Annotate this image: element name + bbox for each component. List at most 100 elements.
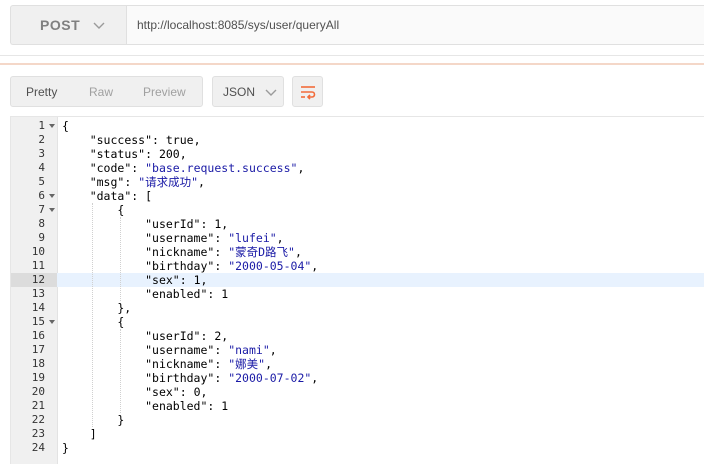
code-line[interactable]: 2 "success": true,: [11, 133, 704, 147]
code-token: ,: [311, 371, 319, 385]
line-number-cell: 23: [11, 427, 57, 441]
code-token: 1: [221, 287, 229, 301]
code-line[interactable]: 19 "birthday": "2000-07-02",: [11, 371, 704, 385]
code-token: 1: [221, 399, 229, 413]
code-token: "username": [145, 343, 215, 357]
response-body-editor[interactable]: 1{2 "success": true, 3 "status": 200, 4 "c…: [10, 116, 704, 464]
code-line[interactable]: 13 "enabled": 1: [11, 287, 704, 301]
fold-arrow-icon[interactable]: [49, 124, 55, 128]
code-token: ,: [198, 175, 205, 189]
code-token: :: [145, 147, 159, 161]
code-token: 0: [193, 385, 201, 399]
code-line[interactable]: 12 "sex": 1,: [11, 273, 704, 287]
wrap-lines-button[interactable]: [292, 76, 323, 107]
line-number: 3: [38, 147, 45, 160]
code-token: :: [179, 273, 194, 287]
fold-arrow-icon[interactable]: [49, 208, 55, 212]
code-line[interactable]: 21 "enabled": 1: [11, 399, 704, 413]
line-number: 10: [31, 245, 45, 258]
code-line[interactable]: 23 ]: [11, 427, 704, 441]
code-line[interactable]: 3 "status": 200,: [11, 147, 704, 161]
line-number-cell: 17: [11, 343, 57, 357]
line-number-cell: 8: [11, 217, 57, 231]
line-number: 18: [31, 357, 45, 370]
line-number-cell: 21: [11, 399, 57, 413]
format-dropdown[interactable]: JSON: [212, 76, 284, 107]
code-token: ,: [276, 231, 284, 245]
code-line[interactable]: 15 {: [11, 315, 704, 329]
indent-guide: [91, 203, 93, 427]
code-line[interactable]: 16 "userId": 2,: [11, 329, 704, 343]
code-token: ,: [265, 357, 272, 371]
tab-preview[interactable]: Preview: [143, 85, 186, 99]
code-line[interactable]: 17 "username": "nami",: [11, 343, 704, 357]
code-token: "nickname": [145, 245, 215, 259]
code-line[interactable]: 6 "data": [: [11, 189, 704, 203]
code-token: }: [62, 441, 69, 455]
line-number: 13: [31, 287, 45, 300]
code-token: :: [214, 357, 229, 371]
code-line[interactable]: 24}: [11, 441, 704, 455]
indent-guide: [119, 329, 121, 413]
postman-response-view: POST http://localhost:8085/sys/user/quer…: [0, 0, 704, 464]
code-line[interactable]: 7 {: [11, 203, 704, 217]
code-text: "sex": 0,: [62, 385, 207, 399]
wrap-lines-icon: [300, 85, 315, 100]
code-line[interactable]: 14 },: [11, 301, 704, 315]
code-text: "enabled": 1: [62, 287, 228, 301]
line-number-cell: 5: [11, 175, 57, 189]
tab-pretty[interactable]: Pretty: [26, 85, 57, 99]
chevron-down-icon: [93, 22, 105, 29]
code-token: "base.request.success": [145, 161, 298, 175]
code-line[interactable]: 22 }: [11, 413, 704, 427]
code-line[interactable]: 9 "username": "lufei",: [11, 231, 704, 245]
code-token: 200: [158, 147, 180, 161]
code-token: ,: [294, 245, 302, 259]
fold-arrow-icon[interactable]: [49, 320, 55, 324]
line-number-cell: 6: [11, 189, 57, 203]
code-line[interactable]: 4 "code": "base.request.success",: [11, 161, 704, 175]
line-number: 11: [31, 259, 45, 272]
line-number: 16: [31, 329, 45, 342]
code-token: :: [152, 133, 166, 147]
code-text: "status": 200,: [62, 147, 187, 161]
code-token: :: [214, 371, 229, 385]
code-line[interactable]: 10 "nickname": "蒙奇D路飞",: [11, 245, 704, 259]
code-line[interactable]: 1{: [11, 119, 704, 133]
code-text: "userId": 1,: [62, 217, 228, 231]
line-number-cell: 3: [11, 147, 57, 161]
url-input[interactable]: http://localhost:8085/sys/user/queryAll: [126, 5, 704, 45]
resize-divider[interactable]: [0, 63, 704, 65]
fold-arrow-icon[interactable]: [49, 194, 55, 198]
code-token: "username": [145, 231, 215, 245]
code-token: true: [165, 133, 194, 147]
method-dropdown[interactable]: POST: [10, 5, 126, 45]
tab-raw[interactable]: Raw: [89, 85, 113, 99]
divider: [0, 55, 704, 56]
line-number-cell: 7: [11, 203, 57, 217]
code-token: {: [62, 119, 69, 133]
code-token: "enabled": [145, 399, 208, 413]
code-line[interactable]: 20 "sex": 0,: [11, 385, 704, 399]
line-number-cell: 19: [11, 371, 57, 385]
code-token: : [: [131, 189, 153, 203]
code-line[interactable]: 11 "birthday": "2000-05-04",: [11, 259, 704, 273]
line-number-cell: 14: [11, 301, 57, 315]
line-number-cell: 20: [11, 385, 57, 399]
code-line[interactable]: 5 "msg": "请求成功",: [11, 175, 704, 189]
code-token: "nami": [228, 343, 270, 357]
code-line[interactable]: 8 "userId": 1,: [11, 217, 704, 231]
code-line[interactable]: 18 "nickname": "娜美",: [11, 357, 704, 371]
code-token: "nickname": [145, 357, 215, 371]
line-number-cell: 11: [11, 259, 57, 273]
code-token: "birthday": [145, 371, 215, 385]
code-text: "birthday": "2000-05-04",: [62, 259, 318, 273]
